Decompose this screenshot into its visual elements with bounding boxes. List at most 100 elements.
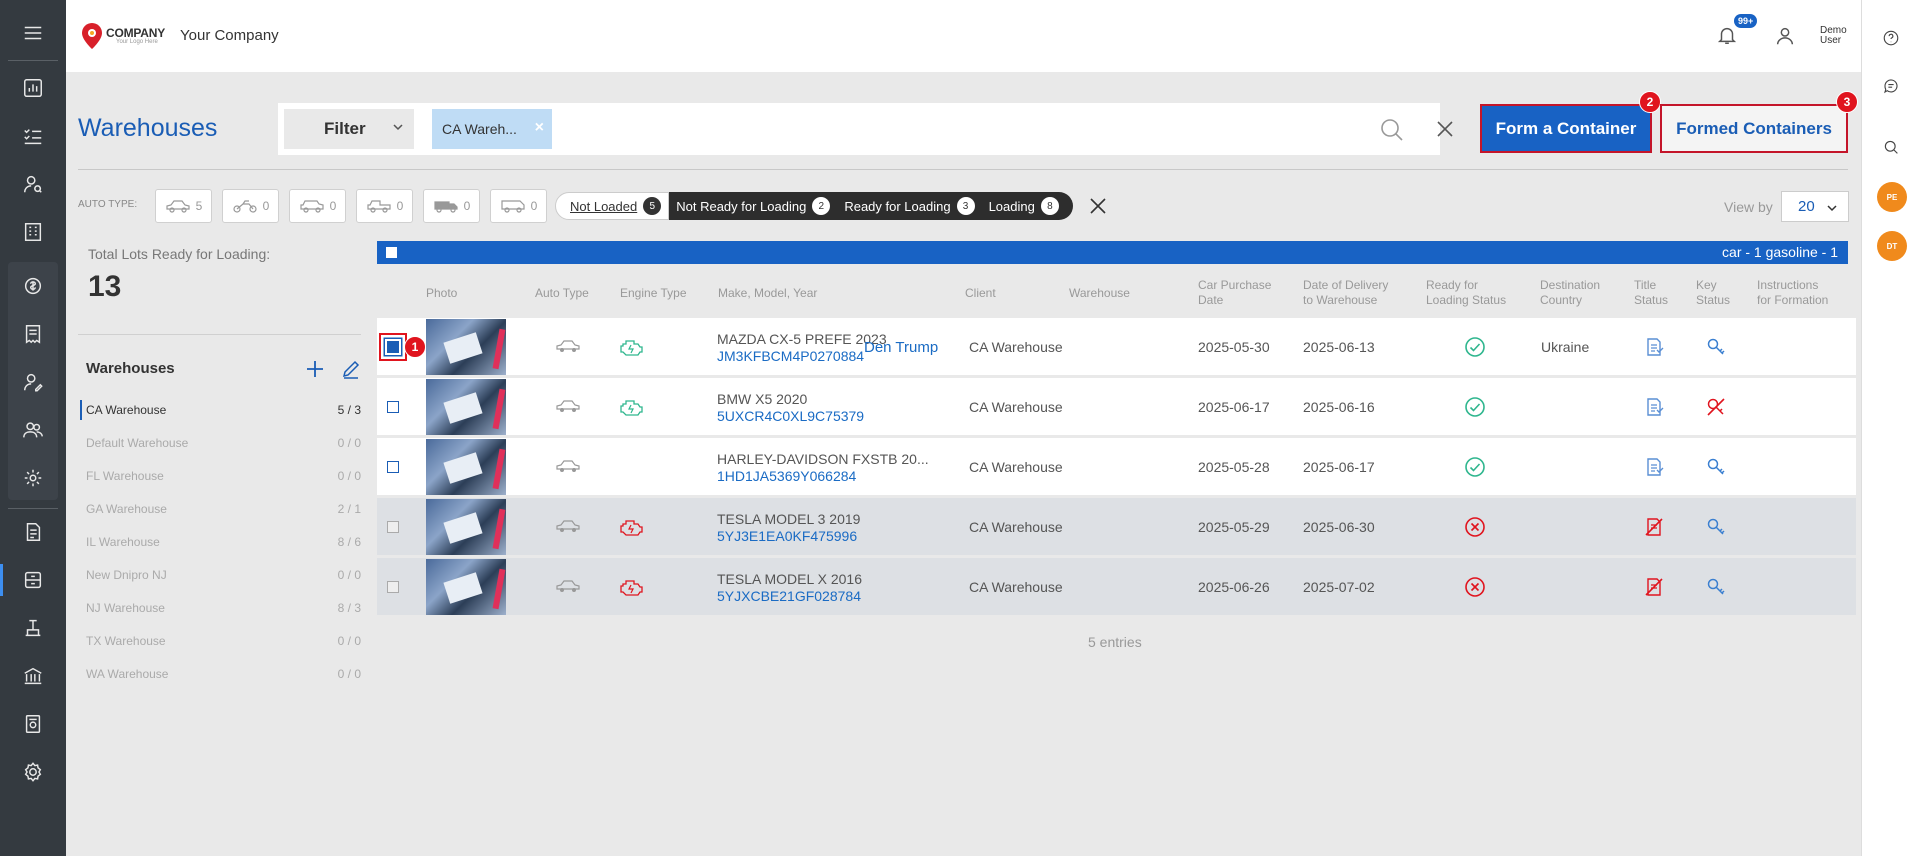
settings-gear-icon[interactable] <box>8 458 58 498</box>
container-crane-icon[interactable] <box>8 608 58 648</box>
vin-link[interactable]: 5YJXCBE21GF028784 <box>717 588 861 604</box>
report-icon[interactable] <box>8 704 58 744</box>
key-status-cell[interactable] <box>1705 516 1727 543</box>
vehicle-photo[interactable] <box>426 439 506 495</box>
avatar[interactable]: PE <box>1877 182 1907 212</box>
left-nav <box>0 0 66 856</box>
row-checkbox[interactable] <box>387 401 399 413</box>
key-status-cell[interactable] <box>1705 396 1727 423</box>
title-status-cell[interactable] <box>1643 396 1665 423</box>
key-status-cell[interactable] <box>1705 456 1727 483</box>
clear-status-icon[interactable] <box>1089 197 1107 215</box>
col-header-client: Client <box>965 286 996 300</box>
logo-text: COMPANY <box>106 26 166 40</box>
auto-type-car-filter[interactable]: 5 <box>155 189 212 223</box>
status-not-loaded[interactable]: Not Loaded 5 <box>555 192 670 220</box>
chat-icon[interactable] <box>1880 75 1902 97</box>
checklist-icon[interactable] <box>8 116 58 156</box>
warehouse-list-item[interactable]: TX Warehouse 0 / 0 <box>80 631 362 651</box>
warehouse-list-item[interactable]: NJ Warehouse 8 / 3 <box>80 598 362 618</box>
vin-link[interactable]: 5UXCR4C0XL9C75379 <box>717 408 864 424</box>
user-name[interactable]: Demo User <box>1820 26 1847 46</box>
step-marker-badge: 3 <box>1836 91 1858 113</box>
auto-type-pickup-filter[interactable]: 0 <box>356 189 413 223</box>
key-missing-icon <box>1707 398 1725 416</box>
edit-warehouse-icon[interactable] <box>341 359 361 379</box>
title-status-cell[interactable] <box>1643 336 1665 363</box>
user-icon[interactable] <box>1774 25 1796 52</box>
warehouse-list-item[interactable]: FL Warehouse 0 / 0 <box>80 466 362 486</box>
users-icon[interactable] <box>8 410 58 450</box>
user-edit-icon[interactable] <box>8 362 58 402</box>
warehouse-name: New Dnipro NJ <box>86 568 167 582</box>
page-title: Warehouses <box>78 114 218 142</box>
vehicle-photo[interactable] <box>426 499 506 555</box>
user-search-icon[interactable] <box>8 164 58 204</box>
warehouse-list-item[interactable]: CA Warehouse 5 / 3 <box>80 400 362 420</box>
warehouse-list-item[interactable]: GA Warehouse 2 / 1 <box>80 499 362 519</box>
engine-icon <box>620 580 643 596</box>
chip-remove-icon[interactable]: × <box>535 119 544 137</box>
document-icon[interactable] <box>8 512 58 552</box>
table-row[interactable]: TESLA MODEL 3 2019 5YJ3E1EA0KF475996 CA Wa… <box>377 498 1856 555</box>
form-container-button[interactable]: Form a Container <box>1480 104 1652 153</box>
title-status-cell[interactable] <box>1643 456 1665 483</box>
search-icon[interactable] <box>1380 118 1404 142</box>
menu-icon[interactable] <box>8 13 58 53</box>
table-row[interactable]: HARLEY-DAVIDSON FXSTB 20... 1HD1JA5369Y06… <box>377 438 1856 495</box>
filter-chip[interactable]: CA Wareh... × <box>432 109 552 149</box>
vehicle-photo[interactable] <box>426 319 506 375</box>
client-link[interactable]: Den Trump <box>864 339 938 356</box>
key-icon <box>1707 458 1725 475</box>
formed-containers-button[interactable]: Formed Containers <box>1660 104 1848 153</box>
vin-link[interactable]: 5YJ3E1EA0KF475996 <box>717 528 857 544</box>
auto-type-truck-filter[interactable]: 0 <box>423 189 480 223</box>
add-warehouse-icon[interactable] <box>305 359 325 379</box>
auto-type-suv-filter[interactable]: 0 <box>289 189 346 223</box>
row-checkbox[interactable] <box>387 581 399 593</box>
help-icon[interactable] <box>1880 27 1902 49</box>
warehouse-list-item[interactable]: WA Warehouse 0 / 0 <box>80 664 362 684</box>
table-row[interactable]: TESLA MODEL X 2016 5YJXCBE21GF028784 CA Wa… <box>377 558 1856 615</box>
top-header: COMPANY Your Logo Here Your Company 99+ … <box>66 0 1861 72</box>
status-ready[interactable]: Ready for Loading 3 <box>837 192 982 220</box>
table-row[interactable]: BMW X5 2020 5UXCR4C0XL9C75379 CA Warehouse… <box>377 378 1856 435</box>
clear-search-icon[interactable] <box>1436 120 1454 138</box>
view-by-select[interactable]: 20 <box>1781 191 1849 222</box>
select-all-checkbox[interactable] <box>386 247 397 258</box>
warehouse-icon[interactable] <box>0 560 58 600</box>
chevron-down-icon <box>393 124 403 131</box>
key-status-cell[interactable] <box>1705 576 1727 603</box>
title-status-cell[interactable] <box>1643 516 1665 543</box>
invoice-icon[interactable] <box>8 314 58 354</box>
company-logo[interactable]: COMPANY Your Logo Here <box>80 22 165 50</box>
notifications-bell-icon[interactable] <box>1716 24 1740 48</box>
dashboard-icon[interactable] <box>8 68 58 108</box>
key-status-cell[interactable] <box>1705 336 1727 363</box>
auto-type-motorcycle-filter[interactable]: 0 <box>222 189 279 223</box>
row-checkbox[interactable] <box>387 341 399 353</box>
finance-icon[interactable] <box>8 266 58 306</box>
building-icon[interactable] <box>8 212 58 252</box>
vin-link[interactable]: 1HD1JA5369Y066284 <box>717 468 856 484</box>
settings-icon[interactable] <box>8 752 58 792</box>
filter-dropdown[interactable]: Filter <box>284 109 414 149</box>
warehouse-list-item[interactable]: Default Warehouse 0 / 0 <box>80 433 362 453</box>
warehouse-list-item[interactable]: IL Warehouse 8 / 6 <box>80 532 362 552</box>
avatar[interactable]: DT <box>1877 231 1907 261</box>
vin-link[interactable]: JM3KFBCM4P0270884 <box>717 348 864 364</box>
warehouse-count: 8 / 6 <box>337 535 361 549</box>
vehicle-photo[interactable] <box>426 559 506 615</box>
status-not-ready[interactable]: Not Ready for Loading 2 <box>669 192 838 220</box>
row-checkbox[interactable] <box>387 461 399 473</box>
table-row[interactable]: 1 MAZDA CX-5 PREFE 2023 JM3KFBCM4P0270884 D… <box>377 318 1856 375</box>
title-status-cell[interactable] <box>1643 576 1665 603</box>
warehouse-list-item[interactable]: New Dnipro NJ 0 / 0 <box>80 565 362 585</box>
status-loading[interactable]: Loading 8 <box>981 192 1073 220</box>
bank-icon[interactable] <box>8 656 58 696</box>
search-icon[interactable] <box>1880 136 1902 158</box>
auto-type-van-filter[interactable]: 0 <box>490 189 547 223</box>
warehouse-name: CA Warehouse <box>86 403 167 417</box>
row-checkbox[interactable] <box>387 521 399 533</box>
vehicle-photo[interactable] <box>426 379 506 435</box>
